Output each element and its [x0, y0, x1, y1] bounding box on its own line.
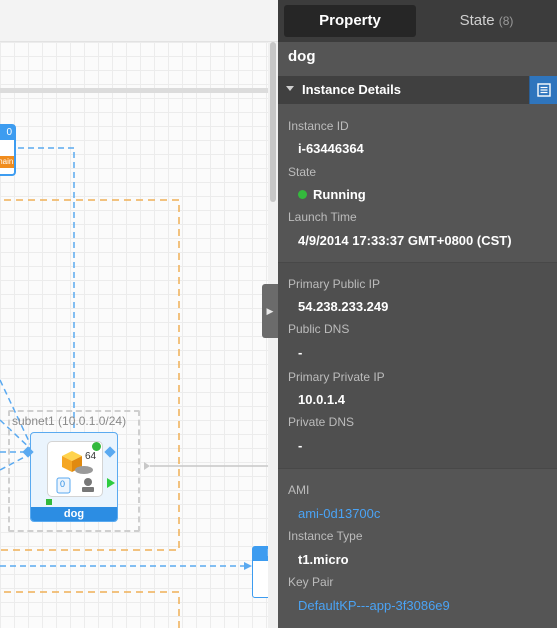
ami-label: AMI	[288, 483, 310, 497]
primary-public-ip-label: Primary Public IP	[288, 277, 381, 291]
launch-time-value: 4/9/2014 17:33:37 GMT+0800 (CST)	[298, 233, 512, 248]
instance-type-value: t1.micro	[298, 552, 349, 567]
instance-name-label: dog	[31, 507, 117, 521]
eni-indicator	[46, 499, 52, 505]
tab-property-label: Property	[319, 12, 381, 29]
play-port-icon[interactable]	[107, 478, 115, 488]
scrollbar-thumb[interactable]	[270, 42, 276, 202]
connection-line	[18, 147, 75, 444]
tab-property[interactable]: Property	[284, 5, 416, 37]
collapse-arrow-icon[interactable]: ▶	[262, 284, 278, 338]
subnet-label: subnet1 (10.0.1.0/24)	[12, 414, 127, 428]
arrow-icon	[244, 562, 252, 570]
primary-public-ip-value: 54.238.233.249	[298, 299, 389, 314]
connections-layer	[0, 147, 278, 628]
status-dot-icon	[298, 190, 307, 199]
property-panel: Property State (8) dog Instance Details …	[278, 0, 557, 628]
main-tag: main	[0, 156, 14, 168]
primary-private-ip-value: 10.0.1.4	[298, 392, 345, 407]
instance-id-label: Instance ID	[288, 119, 349, 133]
instance-type-label: Instance Type	[288, 529, 363, 543]
private-dns-label: Private DNS	[288, 415, 355, 429]
instance-details-header[interactable]: Instance Details	[278, 76, 557, 104]
instance-count: 64	[85, 451, 97, 462]
az-outline-lower	[0, 591, 180, 628]
primary-private-ip-label: Primary Private IP	[288, 370, 385, 384]
port-icon	[144, 462, 150, 470]
state-value: Running	[313, 187, 366, 202]
instance-title: dog	[288, 48, 316, 65]
public-dns-value: -	[298, 345, 303, 360]
tab-state-label: State	[459, 12, 495, 29]
instance-id-value: i-63446364	[298, 141, 364, 156]
launch-time-label: Launch Time	[288, 210, 357, 224]
design-canvas[interactable]: 0 main subnet1 (10.0.1.0/24) 64 0 dog RT	[0, 0, 278, 628]
volume-count: 0	[60, 479, 66, 489]
instance-node-dog[interactable]: 64 0 dog	[30, 432, 118, 522]
key-pair-label: Key Pair	[288, 575, 334, 589]
status-dot-icon	[92, 442, 101, 451]
chevron-down-icon	[286, 86, 294, 91]
details-group-config: AMI ami-0d13700c Instance Type t1.micro …	[278, 468, 557, 628]
ami-link[interactable]: ami-0d13700c	[298, 506, 380, 521]
document-icon	[537, 83, 551, 97]
state-label: State	[288, 165, 317, 179]
tab-state-count: (8)	[498, 14, 514, 28]
panel-tabs: Property State (8)	[278, 0, 557, 42]
tab-state[interactable]: State (8)	[420, 5, 553, 37]
public-dns-label: Public DNS	[288, 322, 350, 336]
igw-node[interactable]: 0 main	[0, 124, 16, 176]
connection-line	[150, 465, 278, 477]
details-group-network: Primary Public IP 54.238.233.249 Public …	[278, 262, 557, 468]
state-value-wrap: Running	[298, 187, 366, 202]
section-title: Instance Details	[302, 82, 401, 97]
private-dns-value: -	[298, 438, 303, 453]
igw-node-header: 0	[0, 126, 14, 140]
details-group-general: Instance ID i-63446364 State Running Lau…	[278, 104, 557, 262]
key-pair-link[interactable]: DefaultKP---app-3f3086e9	[298, 598, 450, 613]
document-button[interactable]	[529, 76, 557, 104]
